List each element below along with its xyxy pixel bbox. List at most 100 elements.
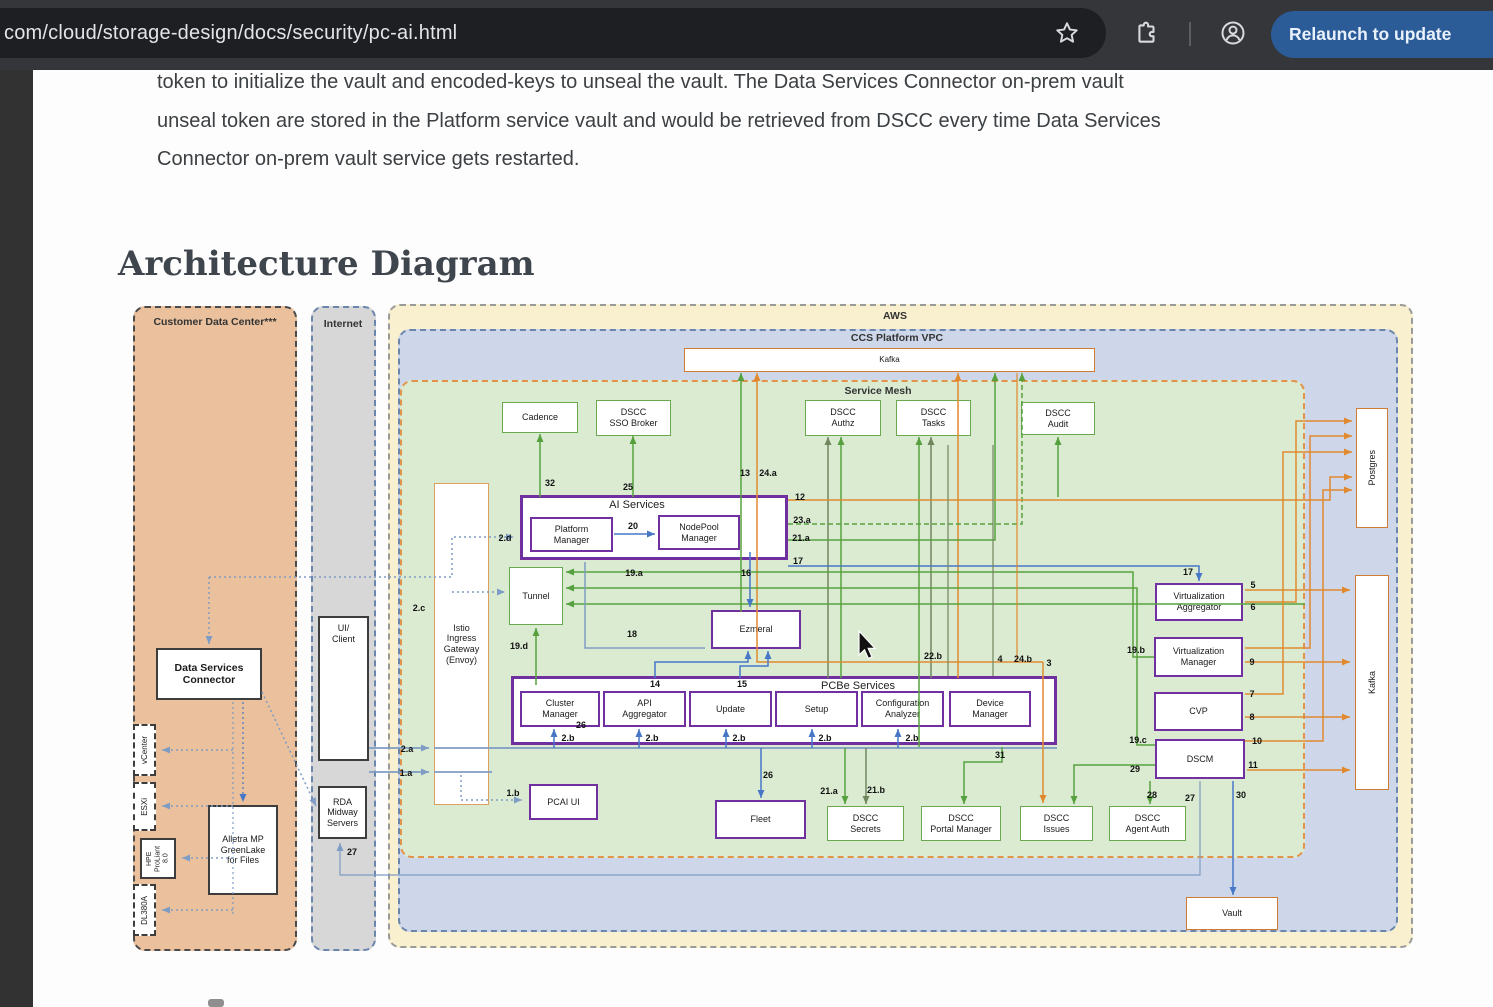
region-label-service-mesh: Service Mesh [844,385,911,397]
node-ezmeral: Ezmeral [711,610,801,649]
node-device-manager: DeviceManager [949,691,1031,727]
edge-label: 3 [1046,658,1051,668]
edge-label: 2.b [732,733,745,743]
node-istio-ingress-gateway: IstioIngressGateway(Envoy) [434,483,489,805]
node-kafka-top: Kafka [684,348,1095,372]
node-tunnel: Tunnel [509,567,563,625]
node-update: Update [689,691,772,727]
edge-label: 2.a [401,744,414,754]
edge-label: 13 [740,468,750,478]
browser-toolbar: com/cloud/storage-design/docs/security/p… [0,0,1493,70]
edge-label: 9 [1249,657,1254,667]
edge-label: 23.a [793,515,811,525]
node-cvp: CVP [1154,692,1243,731]
edge-label: 2.d [498,533,511,543]
edge-label: 26 [576,720,586,730]
node-cluster-manager: ClusterManager [520,691,600,727]
region-label-ccs-platform-vpc: CCS Platform VPC [851,332,943,344]
edge-label: 1.a [400,768,413,778]
edge-label: 2.b [645,733,658,743]
edge-label: 29 [1130,764,1140,774]
node-title-pcbe-services: PCBe Services [798,680,918,692]
node-cadence: Cadence [502,402,578,433]
edge-label: 16 [741,568,751,578]
relaunch-button[interactable]: Relaunch to update [1271,11,1493,58]
edge-label: 30 [1236,790,1246,800]
edge-label: 4 [997,654,1002,664]
edge-label: 24.a [759,468,777,478]
edge-label: 2.b [561,733,574,743]
edge-label: 21.a [820,786,838,796]
node-dscc-agent-auth: DSCCAgent Auth [1109,806,1186,841]
edge-label: 12 [795,492,805,502]
edge-label: 6 [1250,602,1255,612]
edge-label: 5 [1250,580,1255,590]
region-label-aws: AWS [883,310,907,322]
node-virtualization-aggregator: VirtualizationAggregator [1155,583,1243,621]
edge-label: 7 [1249,689,1254,699]
node-data-services-connector: Data ServicesConnector [156,648,262,700]
node-api-aggregator: APIAggregator [603,691,686,727]
edge-label: 2.c [413,603,426,613]
edge-label: 24.b [1014,654,1032,664]
edge-label: 18 [627,629,637,639]
profile-icon[interactable] [1216,16,1250,50]
edge-label: 31 [995,750,1005,760]
toolbar-separator [1189,22,1191,46]
url-text: com/cloud/storage-design/docs/security/p… [0,22,457,45]
node-configuration-analyzer: ConfigurationAnalyzer [861,691,944,727]
node-kafka-right: Kafka [1355,575,1389,790]
edge-label: 17 [1183,567,1193,577]
edge-label: 11 [1248,760,1258,770]
region-label-customer-data-center: Customer Data Center*** [153,316,276,328]
node-dl380a: DL380A [133,884,156,936]
edge-label: 2.b [905,733,918,743]
node-setup: Setup [775,691,858,727]
node-dscc-issues: DSCCIssues [1020,806,1093,841]
node-ui-client: UI/Client [318,616,369,761]
edge-label: 19.b [1127,645,1145,655]
edge-label: 19.c [1129,735,1147,745]
edge-label: 21.b [867,785,885,795]
node-pcai-ui: PCAI UI [529,784,598,820]
node-dscc-portal-manager: DSCCPortal Manager [921,806,1001,841]
node-dscc-sso-broker: DSCCSSO Broker [596,400,671,436]
edge-label: 25 [623,482,633,492]
node-fleet: Fleet [715,800,806,839]
node-vcenter: vCenter [133,724,156,776]
edge-label: 14 [650,679,660,689]
node-esxi: ESXi [133,782,156,831]
node-dscc-audit: DSCCAudit [1021,402,1095,435]
edge-label: 32 [545,478,555,488]
node-platform-manager: PlatformManager [530,517,613,552]
url-bar[interactable]: com/cloud/storage-design/docs/security/p… [0,8,1106,58]
region-label-internet: Internet [324,318,363,330]
node-title-ai-services: AI Services [577,499,697,511]
node-nodepool-manager: NodePoolManager [658,515,740,550]
edge-label: 10 [1252,736,1262,746]
edge-label: 8 [1249,712,1254,722]
edge-label: 28 [1147,790,1157,800]
node-alletra-mp-greenlake: Alletra MPGreenLakefor Files [208,805,278,895]
edge-label: 1.b [506,788,519,798]
edge-label: 17 [793,556,803,566]
node-postgres: Postgres [1356,408,1388,528]
node-dscc-tasks: DSCCTasks [896,400,971,436]
edge-label: 2.b [818,733,831,743]
edge-label: 22.b [924,651,942,661]
node-dscc-secrets: DSCCSecrets [827,806,904,841]
edge-label: 27 [347,847,357,857]
node-hpe-proliant: HPE ProLiant 8.0 [140,838,176,879]
node-dscm: DSCM [1155,739,1245,779]
edge-label: 19.a [625,568,643,578]
edge-label: 26 [763,770,773,780]
edge-label: 19.d [510,641,528,651]
node-virtualization-manager: VirtualizationManager [1154,637,1243,677]
extensions-icon[interactable] [1130,16,1164,50]
bookmark-star-icon[interactable] [1050,16,1084,50]
architecture-diagram: Customer Data Center*** Internet AWS CCS Pl… [0,0,1493,1007]
node-vault: Vault [1186,897,1278,930]
edge-label: 27 [1185,793,1195,803]
edge-label: 15 [737,679,747,689]
node-rda-midway-servers: RDAMidwayServers [318,786,367,839]
